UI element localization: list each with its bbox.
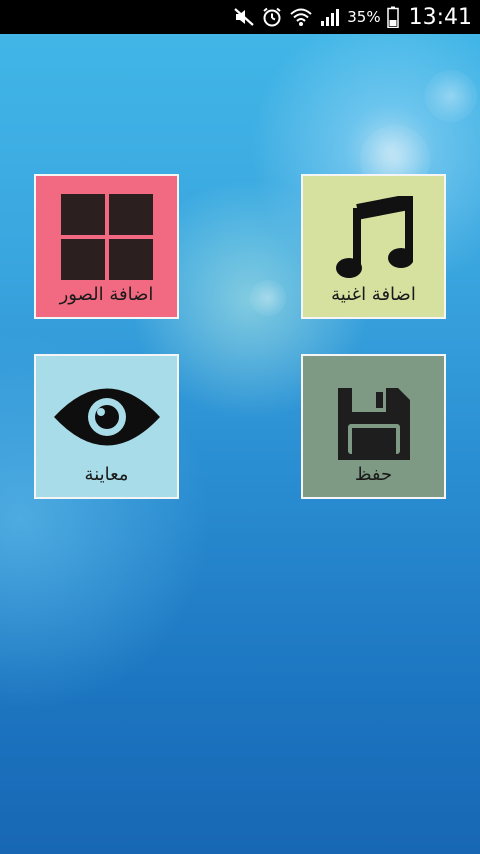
alarm-icon [261, 6, 283, 28]
battery-percent: 35% [347, 8, 381, 26]
wallpaper-bokeh [425, 70, 477, 122]
add-song-label: اضافة اغنية [331, 284, 416, 305]
battery-icon [386, 6, 399, 28]
add-photos-tile[interactable]: اضافة الصور [34, 174, 179, 319]
add-song-tile[interactable]: اضافة اغنية [301, 174, 446, 319]
grid-icon [36, 194, 177, 280]
floppy-disk-icon [303, 384, 444, 464]
clock: 13:41 [408, 4, 472, 30]
preview-label: معاينة [84, 464, 129, 485]
status-bar: 35% 13:41 [0, 0, 480, 34]
save-tile[interactable]: حفظ [301, 354, 446, 499]
wifi-icon [289, 7, 313, 27]
wallpaper-bokeh [250, 280, 286, 316]
preview-tile[interactable]: معاينة [34, 354, 179, 499]
eye-icon [36, 382, 177, 452]
signal-icon [319, 7, 341, 27]
add-photos-label: اضافة الصور [59, 284, 154, 305]
save-label: حفظ [354, 464, 393, 485]
music-note-icon [303, 196, 444, 282]
mute-icon [233, 7, 255, 27]
